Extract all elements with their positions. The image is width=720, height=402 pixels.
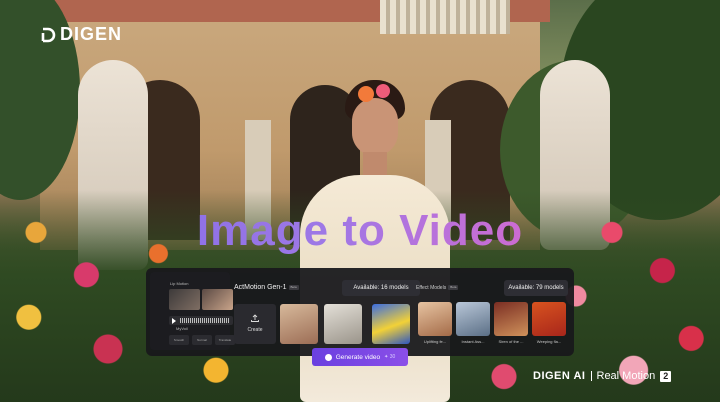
generate-video-button[interactable]: Generate video ✦ 30	[312, 348, 408, 366]
effect-thumbnail[interactable]	[494, 302, 528, 336]
watermark-version: 2	[660, 370, 672, 382]
upload-icon	[251, 314, 259, 322]
lip-thumb-image[interactable]	[169, 289, 200, 310]
watermark-brand: DIGEN AI	[533, 370, 586, 382]
lip-motion-title: Lip Motion	[170, 281, 189, 286]
audio-label: MyVoil	[176, 326, 188, 331]
beta-badge: Beta	[288, 284, 299, 290]
audio-waveform	[180, 318, 229, 323]
digen-logo-icon	[41, 27, 56, 42]
logo-text: DIGEN	[60, 24, 123, 44]
effects-available-pill[interactable]: Available: 79 models	[504, 280, 568, 296]
balcony-railing	[380, 0, 510, 34]
model-thumbnail[interactable]	[372, 304, 410, 344]
effect-thumbnail[interactable]	[418, 302, 452, 336]
models-available-pill[interactable]: Available: 16 models	[342, 280, 420, 296]
effect-thumbnail[interactable]	[456, 302, 490, 336]
app-preview-panel: Lip Motion MyVoil Smooth Normal Translat…	[146, 268, 574, 356]
headline: Image to Video	[0, 206, 720, 256]
model-name: ActMotion Gen-1 Beta	[234, 284, 299, 291]
lip-motion-card: Lip Motion MyVoil Smooth Normal Translat…	[150, 272, 235, 350]
mode-button-translate[interactable]: Translate	[215, 335, 235, 345]
model-thumbnail[interactable]	[324, 304, 362, 344]
audio-player[interactable]	[169, 316, 233, 325]
effect-caption: Weeping fla...	[536, 339, 562, 344]
effect-caption: Instant Ass...	[461, 339, 485, 344]
beta-badge: Beta	[448, 285, 459, 291]
credit-cost: ✦ 30	[384, 354, 396, 360]
divider	[590, 371, 592, 381]
model-thumbnail[interactable]	[280, 304, 318, 344]
effect-models-label: Effect Models Beta	[416, 285, 459, 291]
mode-button-normal[interactable]: Normal	[192, 335, 212, 345]
effect-caption: Uplifting fe...	[423, 339, 447, 344]
generate-label: Generate video	[335, 353, 381, 361]
mode-button-smooth[interactable]: Smooth	[169, 335, 189, 345]
watermark: DIGEN AI Real Motion 2	[533, 370, 672, 382]
lip-thumb-image[interactable]	[202, 289, 233, 310]
generate-icon	[324, 353, 332, 361]
effect-caption: Siren of the ...	[498, 339, 524, 344]
create-label: Create	[247, 327, 263, 333]
play-icon[interactable]	[172, 317, 176, 324]
effect-thumbnail[interactable]	[532, 302, 566, 336]
create-button[interactable]: Create	[234, 304, 276, 344]
brand-logo[interactable]: DIGEN	[40, 24, 122, 45]
watermark-product: Real Motion	[596, 370, 656, 382]
